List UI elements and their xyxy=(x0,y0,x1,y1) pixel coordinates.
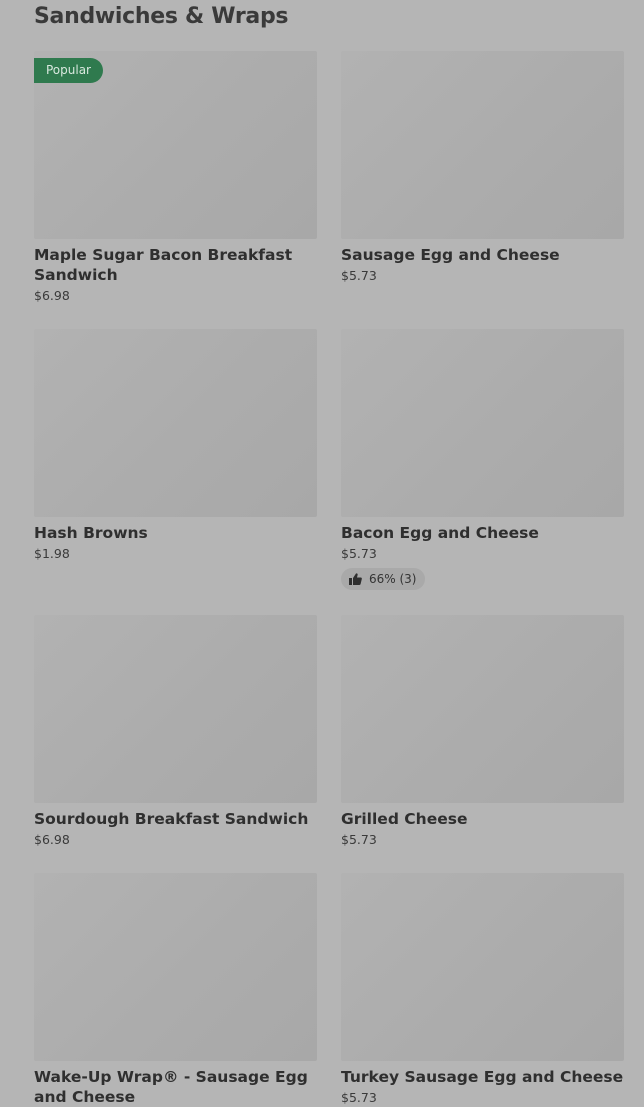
item-image[interactable]: Popular xyxy=(34,51,317,239)
item-price: $5.73 xyxy=(341,546,377,561)
item-name: Turkey Sausage Egg and Cheese xyxy=(341,1068,624,1086)
menu-item-card[interactable]: Turkey Sausage Egg and Cheese $5.73 xyxy=(341,873,624,1105)
rating-badge: 66% (3) xyxy=(341,568,426,590)
section-title: Sandwiches & Wraps xyxy=(34,4,289,29)
menu-item-card[interactable]: Hash Browns $1.98 xyxy=(34,329,317,561)
item-price: $1.98 xyxy=(34,546,70,561)
menu-item-card[interactable]: Sourdough Breakfast Sandwich $6.98 xyxy=(34,615,317,847)
item-image[interactable] xyxy=(341,615,624,803)
item-name: Sourdough Breakfast Sandwich xyxy=(34,810,309,828)
rating-text: 66% (3) xyxy=(369,572,417,586)
item-name: Bacon Egg and Cheese xyxy=(341,524,539,542)
menu-item-card[interactable]: Wake-Up Wrap® - Sausage Egg and Cheese xyxy=(34,873,317,1107)
item-price: $5.73 xyxy=(341,268,377,283)
menu-item-card[interactable]: Bacon Egg and Cheese $5.73 66% (3) xyxy=(341,329,624,590)
item-name: Hash Browns xyxy=(34,524,148,542)
item-image[interactable] xyxy=(341,329,624,517)
item-name: Grilled Cheese xyxy=(341,810,468,828)
item-image[interactable] xyxy=(34,873,317,1061)
thumbs-up-icon xyxy=(349,573,362,585)
item-name: Sausage Egg and Cheese xyxy=(341,246,560,264)
item-name: Wake-Up Wrap® - Sausage Egg and Cheese xyxy=(34,1068,308,1106)
item-image[interactable] xyxy=(341,51,624,239)
item-image[interactable] xyxy=(341,873,624,1061)
item-price: $5.73 xyxy=(341,1090,377,1105)
item-price: $6.98 xyxy=(34,832,70,847)
menu-item-card[interactable]: Sausage Egg and Cheese $5.73 xyxy=(341,51,624,283)
item-price: $6.98 xyxy=(34,288,70,303)
popular-badge: Popular xyxy=(34,58,103,83)
item-name: Maple Sugar Bacon Breakfast Sandwich xyxy=(34,246,293,284)
item-image[interactable] xyxy=(34,615,317,803)
menu-item-card[interactable]: Grilled Cheese $5.73 xyxy=(341,615,624,847)
item-price: $5.73 xyxy=(341,832,377,847)
menu-item-card[interactable]: Popular Maple Sugar Bacon Breakfast Sand… xyxy=(34,51,317,303)
item-image[interactable] xyxy=(34,329,317,517)
